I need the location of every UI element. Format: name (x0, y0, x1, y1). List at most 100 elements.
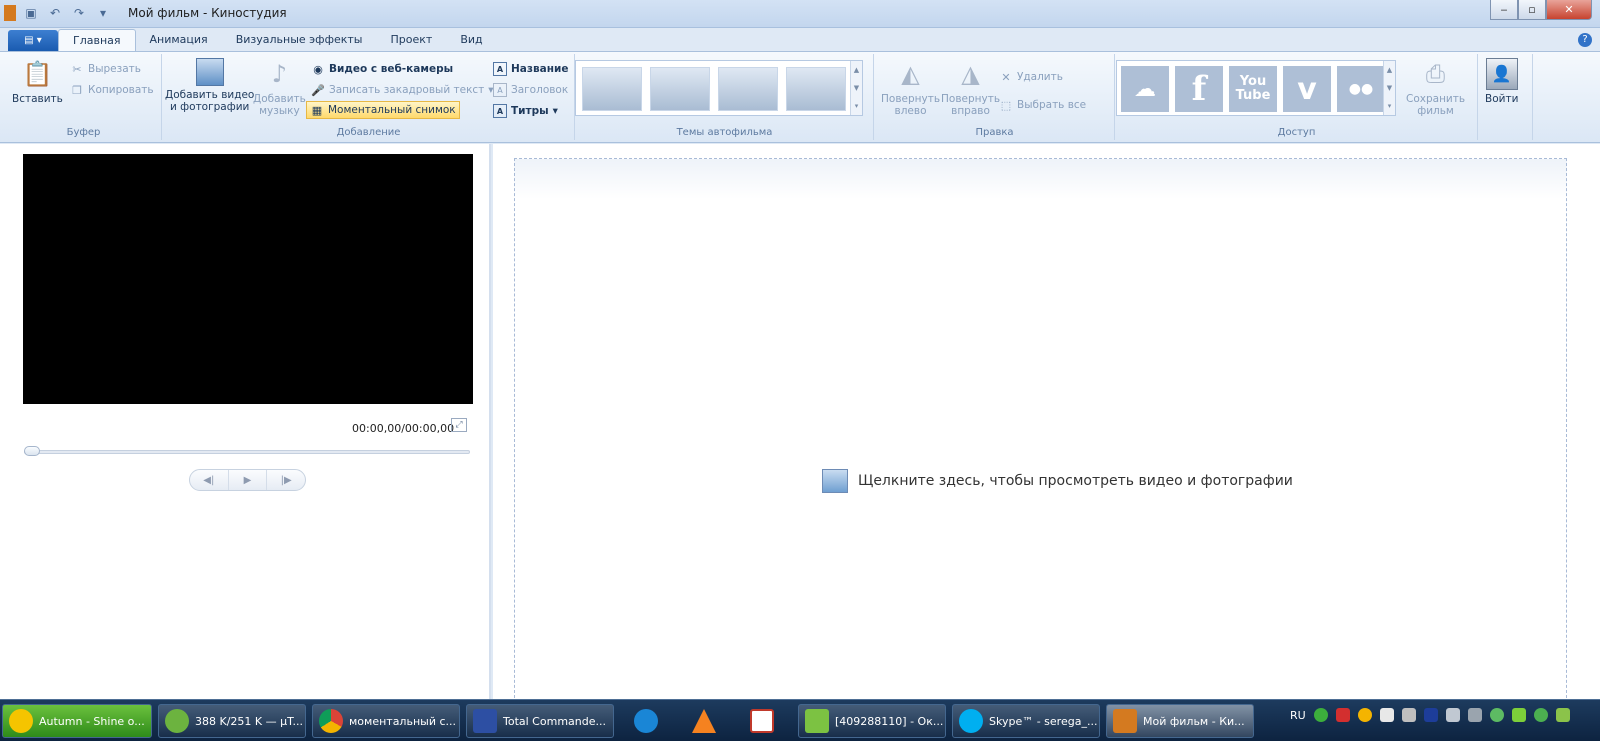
tab-view[interactable]: Вид (446, 29, 496, 51)
signin-button[interactable]: 👤 Войти (1485, 58, 1518, 105)
taskbar-item-utorrent[interactable]: 388 K/251 K — µT... (158, 704, 306, 738)
delete-button[interactable]: ✕ Удалить (999, 68, 1063, 86)
scroll-up-icon[interactable]: ▲ (854, 66, 859, 74)
pinned-calendar[interactable] (736, 704, 788, 738)
save-icon[interactable]: ▣ (22, 4, 40, 22)
tab-home[interactable]: Главная (58, 29, 136, 51)
undo-icon[interactable]: ↶ (46, 4, 64, 22)
share-gallery-scroll[interactable]: ▲ ▼ ▾ (1383, 61, 1395, 115)
cut-button[interactable]: ✂ Вырезать (70, 60, 141, 78)
record-narration-button[interactable]: 🎤 Записать закадровый текст ▾ (311, 81, 493, 99)
storyboard-dropzone[interactable] (514, 158, 1567, 708)
timecode: 00:00,00/00:00,00 (352, 422, 455, 435)
add-video-label-1: Добавить видео (165, 89, 255, 101)
pinned-media-player[interactable] (620, 704, 672, 738)
taskbar-item-chrome[interactable]: моментальный с... (312, 704, 460, 738)
taskbar-item-aimp[interactable]: Autumn - Shine o... (2, 704, 152, 738)
punto-switcher-icon[interactable] (1423, 708, 1438, 722)
theme-thumbnail[interactable] (582, 67, 642, 111)
rotate-left-button[interactable]: ◭ Повернуть влево (881, 58, 940, 117)
tray-icon[interactable] (1511, 708, 1526, 722)
title-label: Название (511, 63, 569, 75)
caption-button[interactable]: A Заголовок (493, 81, 568, 99)
copy-icon: ❐ (72, 83, 82, 97)
network-icon[interactable] (1445, 708, 1460, 722)
redo-icon[interactable]: ↷ (70, 4, 88, 22)
scroll-up-icon[interactable]: ▲ (1387, 66, 1392, 74)
tray-icon[interactable] (1313, 708, 1328, 722)
taskbar-item-odnoklassniki[interactable]: [409288110] - Ок... (798, 704, 946, 738)
add-video-photos-button[interactable]: Добавить видео и фотографии (165, 58, 254, 113)
taskbar-item-total-commander[interactable]: Total Commande... (466, 704, 614, 738)
snapshot-button[interactable]: ▦ Моментальный снимок (306, 101, 460, 119)
vimeo-icon[interactable]: v (1283, 66, 1331, 112)
group-label-themes: Темы автофильма (676, 127, 773, 138)
tab-animation[interactable]: Анимация (136, 29, 222, 51)
tray-icon[interactable] (1489, 708, 1504, 722)
tab-visual-effects[interactable]: Визуальные эффекты (222, 29, 377, 51)
app-menu-button[interactable]: ▤ ▾ (8, 30, 58, 51)
customize-qat-icon[interactable]: ▾ (94, 4, 112, 22)
rotate-right-label-2: вправо (951, 105, 990, 117)
title-button[interactable]: A Название (493, 60, 568, 78)
youtube-text-top: You (1239, 74, 1267, 89)
close-button[interactable]: ✕ (1546, 0, 1592, 20)
webcam-video-button[interactable]: ◉ Видео с веб-камеры (311, 60, 453, 78)
share-gallery[interactable]: ☁ f You Tube v ●● ▲ ▼ ▾ (1116, 60, 1396, 116)
add-video-label-2: и фотографии (170, 101, 250, 113)
tab-project[interactable]: Проект (377, 29, 447, 51)
video-preview[interactable] (23, 154, 473, 404)
copy-label: Копировать (88, 84, 154, 96)
theme-thumbnail[interactable] (650, 67, 710, 111)
seek-thumb[interactable] (24, 446, 40, 456)
scroll-down-icon[interactable]: ▼ (854, 84, 859, 92)
next-frame-button[interactable]: |▶ (267, 470, 305, 490)
rotate-right-button[interactable]: ◮ Повернуть вправо (941, 58, 1000, 117)
help-icon[interactable]: ? (1578, 33, 1592, 47)
tray-icon[interactable] (1467, 708, 1482, 722)
taskbar-item-skype[interactable]: Skype™ - serega_... (952, 704, 1100, 738)
quick-access-toolbar: ▣ ↶ ↷ ▾ (4, 4, 112, 22)
facebook-icon[interactable]: f (1175, 66, 1223, 112)
theme-thumbnail[interactable] (786, 67, 846, 111)
more-icon[interactable]: ▾ (855, 102, 859, 110)
credits-button[interactable]: A Титры ▾ (493, 102, 558, 120)
pinned-vlc[interactable] (678, 704, 730, 738)
save-movie-button[interactable]: ⎙ Сохранить фильм (1406, 58, 1465, 117)
seek-bar[interactable] (24, 450, 470, 454)
play-button[interactable]: ▶ (229, 470, 268, 490)
onedrive-icon[interactable]: ☁ (1121, 66, 1169, 112)
taskbar: Autumn - Shine o... 388 K/251 K — µT... … (0, 699, 1600, 741)
tray-icon[interactable] (1555, 708, 1570, 722)
select-all-button[interactable]: ⬚ Выбрать все (999, 96, 1086, 114)
fullscreen-icon[interactable]: ⤢ (451, 418, 467, 432)
add-music-label-2: музыку (259, 105, 300, 117)
autofilm-themes-gallery[interactable]: ▲ ▼ ▾ (575, 60, 863, 116)
maximize-button[interactable]: ▫ (1518, 0, 1546, 20)
scroll-down-icon[interactable]: ▼ (1387, 84, 1392, 92)
language-indicator[interactable]: RU (1290, 709, 1306, 722)
more-icon[interactable]: ▾ (1388, 102, 1392, 110)
system-tray: RU (1290, 708, 1570, 722)
youtube-icon[interactable]: You Tube (1229, 66, 1277, 112)
add-music-button[interactable]: ♪ Добавить музыку (253, 58, 306, 117)
notification-icon[interactable] (1379, 708, 1394, 722)
select-all-label: Выбрать все (1017, 99, 1087, 111)
rotate-right-label-1: Повернуть (941, 93, 1001, 105)
antivirus-icon[interactable] (1335, 708, 1350, 722)
chrome-tray-icon[interactable] (1357, 708, 1372, 722)
storyboard-empty-hint[interactable]: Щелкните здесь, чтобы просмотреть видео … (822, 469, 1293, 493)
gallery-scroll[interactable]: ▲ ▼ ▾ (850, 61, 862, 115)
calendar-icon (750, 709, 774, 733)
minimize-button[interactable]: ‒ (1490, 0, 1518, 20)
volume-icon[interactable] (1401, 708, 1416, 722)
theme-thumbnail[interactable] (718, 67, 778, 111)
app-icon[interactable] (4, 5, 16, 21)
previous-frame-button[interactable]: ◀| (190, 470, 229, 490)
taskbar-item-moviemaker[interactable]: Мой фильм - Ки... (1106, 704, 1254, 738)
flickr-icon[interactable]: ●● (1337, 66, 1385, 112)
rotate-left-icon: ◭ (901, 60, 920, 88)
tray-icon[interactable] (1533, 708, 1548, 722)
paste-button[interactable]: 📋 Вставить (12, 58, 63, 105)
copy-button[interactable]: ❐ Копировать (70, 81, 154, 99)
